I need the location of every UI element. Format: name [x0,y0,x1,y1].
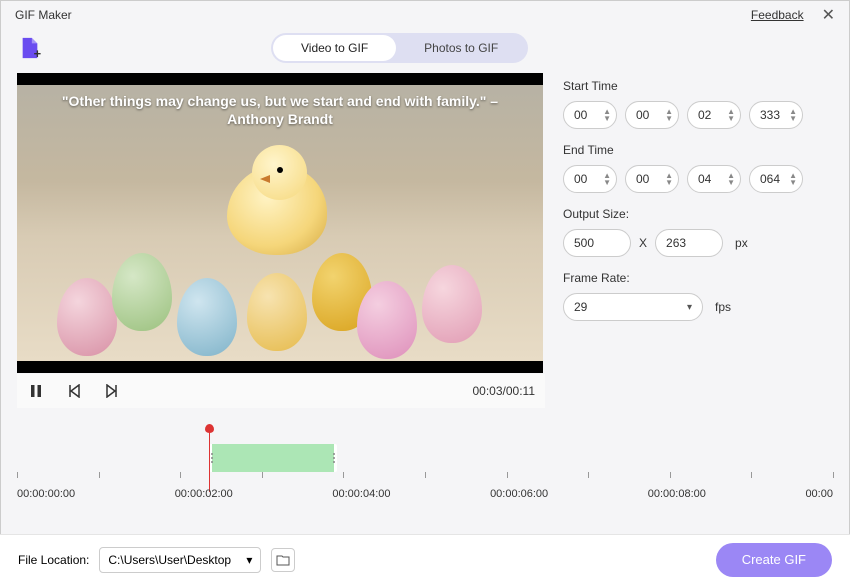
end-second-input[interactable]: 04▲▼ [687,165,741,193]
start-time-label: Start Time [563,79,833,93]
clip-start-handle[interactable] [210,450,214,466]
quote-author: Anthony Brandt [37,111,523,127]
frame-rate-label: Frame Rate: [563,271,833,285]
size-separator: X [639,236,647,250]
frame-rate-select[interactable]: 29▾ [563,293,703,321]
timeline-ticks: 00:00:00:0000:00:02:0000:00:04:0000:00:0… [17,488,833,500]
end-minute-input[interactable]: 00▲▼ [625,165,679,193]
tab-photos-to-gif[interactable]: Photos to GIF [396,35,526,61]
mode-tabs: Video to GIF Photos to GIF [271,33,528,63]
file-location-label: File Location: [18,553,89,567]
footer: File Location: C:\Users\User\Desktop▾ Cr… [0,534,850,584]
start-minute-input[interactable]: 00▲▼ [625,101,679,129]
browse-folder-button[interactable] [271,548,295,572]
end-time-label: End Time [563,143,833,157]
end-hour-input[interactable]: 00▲▼ [563,165,617,193]
close-icon[interactable]: ✕ [822,5,835,25]
window-title: GIF Maker [15,8,72,22]
quote-line: "Other things may change us, but we star… [62,93,498,109]
timecode: 00:03/00:11 [472,384,535,398]
chevron-down-icon: ▾ [246,553,252,567]
clip-end-handle[interactable] [332,450,336,466]
output-width-input[interactable]: 500 [563,229,631,257]
output-unit: px [735,236,748,250]
next-frame-icon[interactable] [103,382,121,400]
end-ms-input[interactable]: 064▲▼ [749,165,803,193]
timeline: 00:00:00:0000:00:02:0000:00:04:0000:00:0… [1,408,849,488]
prev-frame-icon[interactable] [65,382,83,400]
topbar: + Video to GIF Photos to GIF [1,29,849,67]
chevron-down-icon: ▼ [603,115,611,122]
video-preview[interactable]: "Other things may change us, but we star… [17,73,543,373]
start-ms-input[interactable]: 333▲▼ [749,101,803,129]
fps-unit: fps [715,300,731,314]
tab-video-to-gif[interactable]: Video to GIF [273,35,396,61]
video-quote-overlay: "Other things may change us, but we star… [17,93,543,127]
timeline-clip[interactable] [209,444,337,472]
app-logo-icon: + [19,36,41,60]
create-gif-button[interactable]: Create GIF [716,543,832,577]
file-location-select[interactable]: C:\Users\User\Desktop▾ [99,547,261,573]
playhead[interactable] [209,430,210,492]
pause-icon[interactable] [27,382,45,400]
playback-controls: 00:03/00:11 [17,374,545,408]
video-area: "Other things may change us, but we star… [17,73,545,408]
output-height-input[interactable]: 263 [655,229,723,257]
settings-sidebar: Start Time 00▲▼ 00▲▼ 02▲▼ 333▲▼ End Time… [563,73,833,408]
feedback-link[interactable]: Feedback [751,8,804,22]
start-hour-input[interactable]: 00▲▼ [563,101,617,129]
output-size-label: Output Size: [563,207,833,221]
start-second-input[interactable]: 02▲▼ [687,101,741,129]
svg-text:+: + [34,46,41,60]
chevron-down-icon: ▾ [687,302,692,313]
titlebar: GIF Maker Feedback ✕ [1,1,849,29]
